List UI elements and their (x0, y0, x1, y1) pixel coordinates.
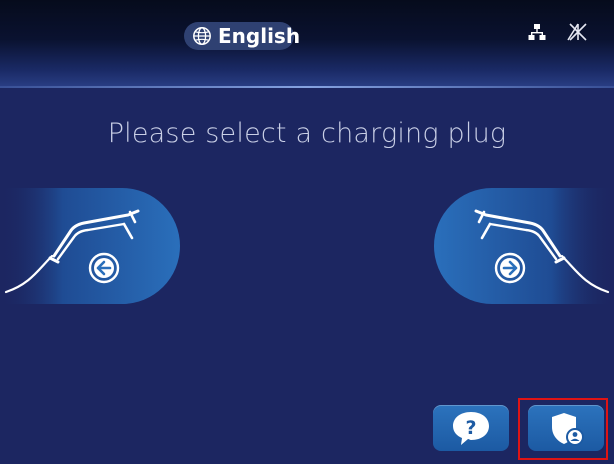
arrow-left-icon (88, 252, 120, 284)
language-label: English (218, 24, 301, 48)
svg-text:?: ? (465, 417, 476, 439)
status-icons (528, 22, 588, 46)
shield-user-icon (552, 413, 584, 446)
help-button[interactable]: ? (433, 405, 509, 451)
charger-screen: English Please select a charging plug ? (0, 0, 614, 464)
page-title: Please select a charging plug (107, 118, 507, 149)
plug-right-button[interactable] (434, 188, 614, 304)
plug-right-panel (434, 188, 614, 304)
no-signal-icon (566, 22, 588, 46)
admin-button[interactable] (528, 405, 604, 451)
globe-icon (192, 26, 212, 46)
question-mark-icon: ? (453, 412, 489, 445)
arrow-right-icon (494, 252, 526, 284)
plug-left-button[interactable] (0, 188, 180, 304)
header-bar (0, 0, 614, 88)
plug-left-panel (0, 188, 180, 304)
header-divider (0, 86, 614, 88)
language-button[interactable]: English (184, 22, 300, 50)
network-icon (528, 23, 546, 45)
